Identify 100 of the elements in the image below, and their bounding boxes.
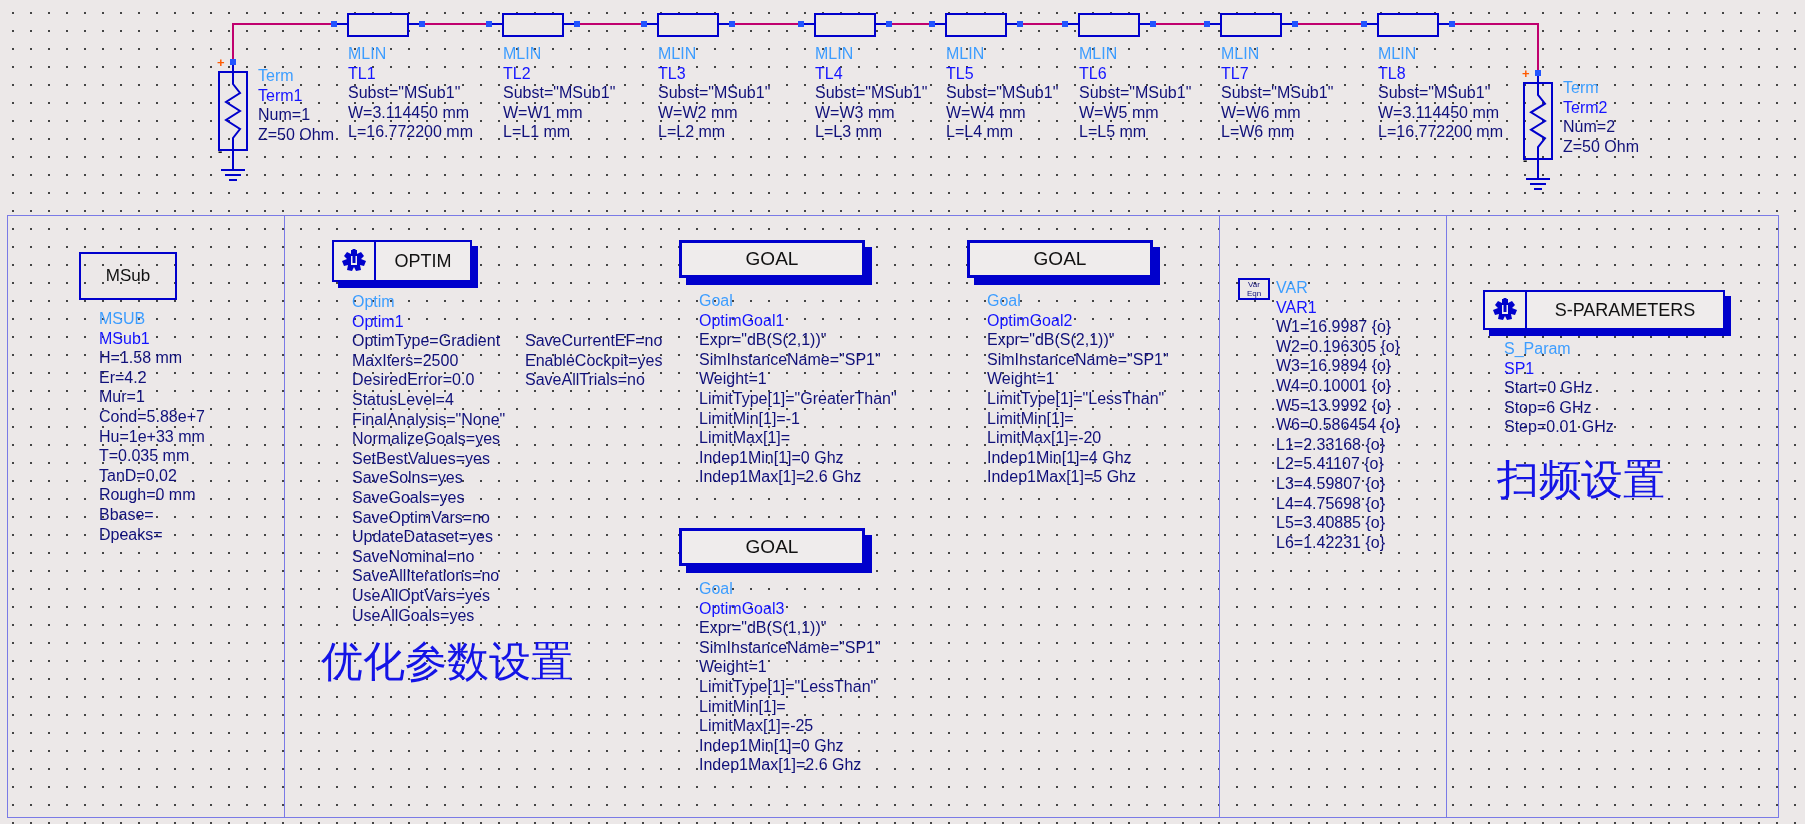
parameter-text: L=W6 mm [1221, 122, 1296, 142]
parameter-text: Stop=6 GHz [1504, 397, 1593, 418]
parameter-text: H=1.58 mm [99, 348, 184, 368]
parameter-text: W=W2 mm [658, 102, 739, 123]
parameter-text: W=W4 mm [946, 102, 1027, 123]
parameter-text: Indep1Max[1]=5 Ghz [987, 467, 1137, 487]
parameter-text: L2=5.41107 {o} [1276, 454, 1385, 474]
parameter-text: UpdateDataset=yes [352, 527, 494, 547]
parameter-text: L=L2 mm [658, 122, 727, 142]
parameter-text: Weight=1 [699, 369, 768, 389]
simulation-title: S-PARAMETERS [1553, 298, 1697, 322]
parameter-text: T=0.035 mm [99, 446, 191, 466]
parameter-text: Mur=1 [99, 387, 146, 407]
parameter-text: LimitType[1]="GreaterThan" [699, 388, 897, 409]
component-type: MLIN [815, 44, 855, 64]
parameter-text: FinalAnalysis="None" [352, 409, 506, 430]
instance-name: TL6 [1079, 63, 1108, 84]
parameter-text: LimitType[1]="LessThan" [699, 676, 878, 697]
parameter-text: W6=0.586454 {o} [1276, 415, 1401, 435]
parameter-text: W=W3 mm [815, 102, 896, 123]
parameter-text: LimitMax[1]= [699, 428, 792, 448]
annotation-text: 优化参数设置 [321, 636, 573, 688]
parameter-text: SaveCurrentEF=no [525, 331, 663, 351]
component-type: MLIN [1079, 44, 1119, 64]
parameter-text: SetBestValues=yes [352, 448, 491, 469]
parameter-text: Indep1Min[1]=0 Ghz [699, 735, 845, 756]
parameter-text: UseAllGoals=yes [352, 605, 476, 626]
instance-name: Term2 [1563, 97, 1609, 118]
instance-name: OptimGoal1 [699, 310, 786, 331]
parameter-text: L5=3.40885 {o} [1276, 513, 1386, 533]
parameter-text: SimInstanceName="SP1" [699, 349, 882, 370]
parameter-text: L=L5 mm [1079, 122, 1148, 142]
parameter-text: Step=0.01 GHz [1504, 417, 1614, 437]
instance-name: OptimGoal3 [699, 598, 786, 619]
parameter-text: W3=16.9894 {o} [1276, 356, 1393, 376]
parameter-text: SaveSolns=yes [352, 468, 464, 488]
instance-name: TL3 [658, 63, 687, 84]
parameter-text: Start=0 GHz [1504, 378, 1594, 398]
parameter-text: Weight=1 [987, 369, 1056, 389]
parameter-text: SaveGoals=yes [352, 487, 466, 508]
parameter-text: Subst="MSub1" [815, 83, 928, 103]
parameter-text: Rough=0 mm [99, 485, 197, 505]
component-type: Optim [352, 292, 396, 312]
parameter-text: Expr="dB(S(2,1))" [987, 330, 1116, 350]
parameter-text: StatusLevel=4 [352, 389, 455, 410]
instance-name: TL4 [815, 63, 844, 84]
parameter-text: W1=16.9987 {o} [1276, 317, 1393, 337]
component-type: S_Param [1504, 339, 1572, 359]
parameter-text: Weight=1 [699, 657, 768, 677]
instance-name: MSub1 [99, 328, 151, 349]
instance-name: TL7 [1221, 63, 1250, 84]
parameter-text: L=L4 mm [946, 122, 1015, 142]
parameter-text: Bbase= [99, 504, 155, 525]
parameter-text: Z=50 Ohm [258, 124, 335, 145]
parameter-text: W=W1 mm [503, 102, 584, 123]
parameter-text: NormalizeGoals=yes [352, 429, 502, 449]
parameter-text: LimitMax[1]=-25 [699, 716, 815, 736]
parameter-text: Er=4.2 [99, 367, 148, 388]
parameter-text: Subst="MSub1" [348, 83, 462, 103]
parameter-text: Expr="dB(S(1,1))" [699, 618, 828, 638]
parameter-text: L=16.772200 mm [1378, 122, 1503, 142]
minus-sign: - [1523, 153, 1528, 168]
component-type: MLIN [658, 44, 698, 64]
minus-sign: - [218, 144, 223, 159]
component-type: VAR [1276, 278, 1309, 298]
parameter-text: Cond=5.88e+7 [99, 406, 205, 427]
component-type: MLIN [1378, 44, 1418, 64]
instance-name: TL5 [946, 63, 975, 84]
parameter-text: Subst="MSub1" [1221, 83, 1334, 103]
instance-name: Term1 [258, 85, 304, 106]
parameter-text: Subst="MSub1" [503, 83, 616, 103]
optimizer-title: OPTIM [393, 249, 453, 273]
parameter-text: W=W6 mm [1221, 102, 1302, 123]
component-type: Goal [699, 291, 734, 311]
instance-name: OptimGoal2 [987, 310, 1074, 331]
parameter-text: Z=50 Ohm [1563, 136, 1640, 157]
parameter-text: Indep1Min[1]=0 Ghz [699, 447, 845, 468]
parameter-text: L1=2.33168 {o} [1276, 434, 1386, 455]
parameter-text: MaxIters=2500 [352, 350, 460, 371]
instance-name: SP1 [1504, 358, 1536, 379]
parameter-text: SimInstanceName="SP1" [699, 637, 881, 658]
parameter-text: LimitMax[1]=-20 [987, 428, 1103, 448]
parameter-text: SaveAllIterations=no [352, 566, 501, 586]
annotation-text: 扫频设置 [1497, 454, 1665, 506]
parameter-text: W2=0.196305 {o} [1276, 336, 1401, 357]
parameter-text: W=3.114450 mm [348, 102, 471, 123]
parameter-text: SaveNominal=no [352, 546, 476, 567]
parameter-text: L4=4.75698 {o} [1276, 493, 1386, 514]
parameter-text: Subst="MSub1" [658, 83, 771, 103]
component-type: Goal [987, 291, 1022, 311]
parameter-text: LimitMin[1]=-1 [699, 408, 801, 429]
component-type: Term [1563, 78, 1600, 98]
parameter-text: W=W5 mm [1079, 102, 1160, 123]
component-type: MLIN [946, 44, 986, 64]
parameter-text: SaveAllTrials=no [525, 370, 646, 390]
parameter-text: Subst="MSub1" [1378, 83, 1492, 103]
component-type: Goal [699, 579, 734, 599]
parameter-text: SaveOptimVars=no [352, 507, 491, 528]
parameter-text: Num=2 [1563, 117, 1617, 137]
ground-icon [220, 161, 246, 181]
